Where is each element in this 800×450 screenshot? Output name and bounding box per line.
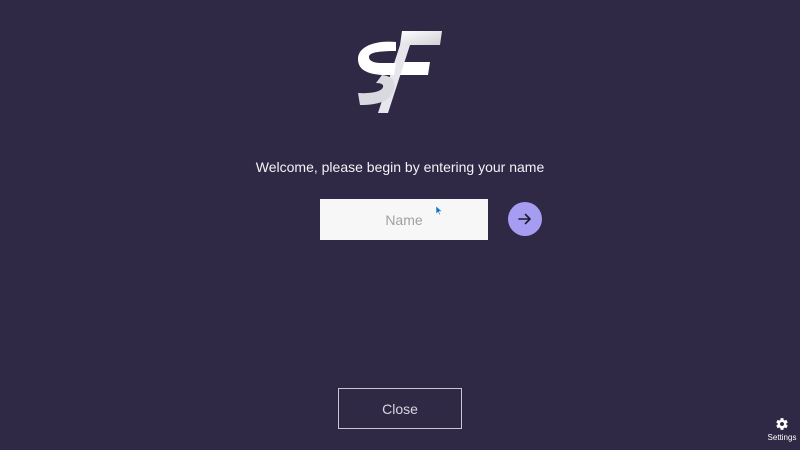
settings-label: Settings <box>767 433 797 442</box>
gear-icon <box>776 418 788 430</box>
settings-button[interactable]: Settings <box>764 417 800 450</box>
logo <box>358 31 442 113</box>
name-input[interactable] <box>320 199 488 240</box>
arrow-right-icon <box>518 213 531 225</box>
mouse-cursor-icon <box>436 206 442 215</box>
submit-button[interactable] <box>508 202 542 236</box>
close-button[interactable]: Close <box>338 388 462 429</box>
welcome-screen: Welcome, please begin by entering your n… <box>0 0 800 450</box>
welcome-message: Welcome, please begin by entering your n… <box>255 159 545 175</box>
